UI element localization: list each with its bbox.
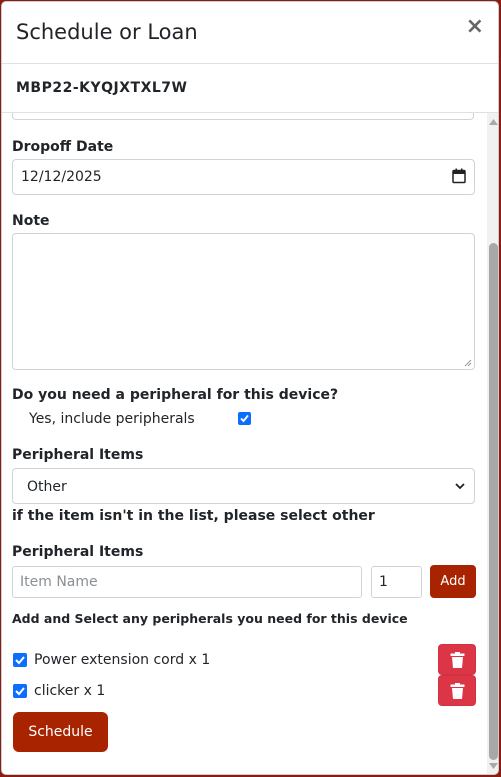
scroll-up-icon[interactable] <box>489 119 498 125</box>
trash-icon <box>450 683 465 699</box>
peripheral-checkbox[interactable] <box>13 684 27 698</box>
select-helper-text: if the item isn't in the list, please se… <box>12 508 375 524</box>
delete-button[interactable] <box>438 675 476 706</box>
checkmark-icon <box>240 414 249 423</box>
trash-icon <box>450 652 465 668</box>
delete-button[interactable] <box>438 644 476 675</box>
list-item: clicker x 1 <box>2 675 487 707</box>
quantity-value: 1 <box>379 574 388 590</box>
calendar-icon[interactable] <box>452 168 466 188</box>
peripheral-select[interactable]: Other <box>12 468 475 504</box>
checkmark-icon <box>15 687 25 696</box>
peripheral-label: Power extension cord x 1 <box>34 652 211 668</box>
checkmark-icon <box>15 656 25 665</box>
schedule-loan-modal: Schedule or Loan × MBP22-KYQJXTXL7W Drop… <box>1 1 499 775</box>
peripheral-select-value: Other <box>27 479 67 495</box>
peripheral-items-label: Peripheral Items <box>12 447 144 463</box>
list-item: Power extension cord x 1 <box>2 644 487 676</box>
item-name-input[interactable]: Item Name <box>12 566 362 598</box>
schedule-button[interactable]: Schedule <box>13 712 108 752</box>
resize-handle-icon[interactable] <box>464 359 472 367</box>
quantity-input[interactable]: 1 <box>371 566 422 598</box>
dropoff-date-label: Dropoff Date <box>12 139 114 155</box>
peripheral-label: clicker x 1 <box>34 683 106 699</box>
include-peripherals-checkbox[interactable] <box>238 412 251 425</box>
add-helper-text: Add and Select any peripherals you need … <box>12 611 408 626</box>
device-id: MBP22-KYQJXTXL7W <box>16 80 188 96</box>
dropoff-date-input[interactable]: 12/12/2025 <box>12 159 475 195</box>
note-textarea[interactable] <box>12 233 475 370</box>
include-peripherals-label: Yes, include peripherals <box>29 411 195 427</box>
peripheral-checkbox[interactable] <box>13 653 27 667</box>
chevron-down-icon <box>454 480 466 496</box>
modal-title: Schedule or Loan <box>16 20 198 44</box>
previous-field-partial[interactable] <box>12 113 474 120</box>
peripheral-question: Do you need a peripheral for this device… <box>12 387 339 403</box>
dropoff-date-value: 12/12/2025 <box>21 169 102 185</box>
peripheral-items-label-2: Peripheral Items <box>12 544 144 560</box>
close-icon[interactable]: × <box>466 16 484 38</box>
scroll-down-icon[interactable] <box>489 763 498 769</box>
modal-body: Dropoff Date 12/12/2025 Note Do you need… <box>2 113 487 774</box>
note-label: Note <box>12 213 50 229</box>
scrollbar-thumb[interactable] <box>489 243 498 760</box>
add-button[interactable]: Add <box>430 565 476 598</box>
item-name-placeholder: Item Name <box>20 574 98 590</box>
modal-header: Schedule or Loan × <box>2 2 498 64</box>
scrollbar[interactable] <box>487 113 498 774</box>
